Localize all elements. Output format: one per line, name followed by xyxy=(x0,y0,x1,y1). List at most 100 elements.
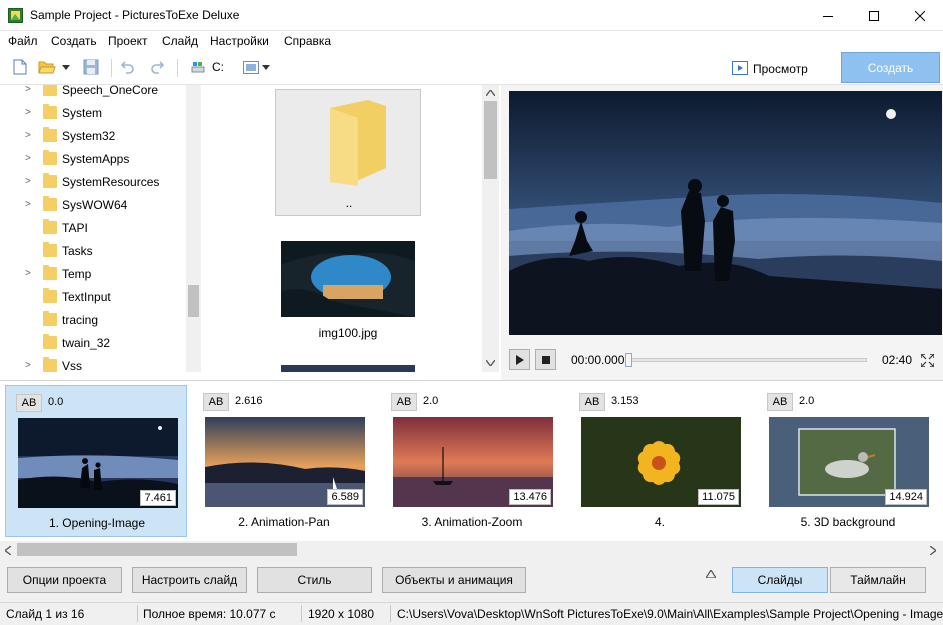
redo-button[interactable] xyxy=(148,58,166,76)
transition-duration: 0.0 xyxy=(48,396,64,408)
expand-arrow-icon[interactable]: > xyxy=(25,85,31,95)
undo-button[interactable] xyxy=(119,58,137,76)
transition-ab-button[interactable]: AB xyxy=(16,394,42,412)
tree-item-label: System32 xyxy=(62,129,116,143)
tab-slides[interactable]: Слайды xyxy=(732,567,828,593)
expand-arrow-icon[interactable]: > xyxy=(25,107,31,118)
tree-item-label: Tasks xyxy=(62,244,93,258)
slide-card-4[interactable]: AB 3.153 11.075 4. xyxy=(569,385,751,537)
tree-scroll-thumb[interactable] xyxy=(188,285,199,317)
tree-item[interactable]: > Temp xyxy=(0,263,186,286)
stop-icon xyxy=(541,355,550,364)
scroll-right-icon[interactable] xyxy=(930,546,936,555)
collapse-up-icon[interactable] xyxy=(706,570,716,578)
tree-item[interactable]: > System32 xyxy=(0,125,186,148)
expand-arrow-icon[interactable]: > xyxy=(25,268,31,279)
file-item-image-thumb[interactable] xyxy=(281,365,415,372)
tree-item[interactable]: > Vss xyxy=(0,355,186,372)
slide-duration: 7.461 xyxy=(140,490,176,506)
menu-bar: Файл Создать Проект Слайд Настройки Спра… xyxy=(0,31,943,51)
tree-item[interactable]: Tasks xyxy=(0,240,186,263)
scroll-up-icon[interactable] xyxy=(486,90,495,96)
open-recent-dropdown[interactable] xyxy=(60,58,72,76)
menu-help[interactable]: Справка xyxy=(284,34,331,48)
expand-arrow-icon[interactable]: > xyxy=(25,153,31,164)
image-thumbnail xyxy=(281,241,415,317)
preview-image xyxy=(509,91,942,335)
transition-ab-button[interactable]: AB xyxy=(579,393,605,411)
tree-item[interactable]: > System xyxy=(0,102,186,125)
customize-slide-button[interactable]: Настроить слайд xyxy=(132,567,247,593)
status-slide: Слайд 1 из 16 xyxy=(6,607,85,621)
expand-arrow-icon[interactable]: > xyxy=(25,360,31,371)
slider-thumb[interactable] xyxy=(625,353,632,367)
expand-arrow-icon[interactable]: > xyxy=(25,176,31,187)
close-button[interactable] xyxy=(897,0,943,31)
file-item-image-thumb[interactable] xyxy=(281,241,415,317)
open-project-button[interactable] xyxy=(38,58,56,76)
status-bar: Слайд 1 из 16 Полное время: 10.077 с 192… xyxy=(0,602,943,625)
chevron-down-icon xyxy=(62,64,70,70)
timeline-slider[interactable] xyxy=(625,353,867,367)
file-browser-scrollbar[interactable] xyxy=(482,85,499,372)
slide-duration: 13.476 xyxy=(509,489,551,505)
tree-item[interactable]: > SystemResources xyxy=(0,171,186,194)
slide-card-5[interactable]: AB 2.0 14.924 5. 3D background xyxy=(757,385,939,537)
folder-icon xyxy=(43,150,57,165)
save-button[interactable] xyxy=(82,58,100,76)
stop-button[interactable] xyxy=(535,349,556,370)
slide-card-1[interactable]: AB 0.0 7.461 1. Opening-Image xyxy=(5,385,187,537)
preview-button[interactable]: Просмотр xyxy=(732,57,827,80)
tree-item[interactable]: TextInput xyxy=(0,286,186,309)
minimize-icon xyxy=(823,15,833,17)
folder-icon xyxy=(43,196,57,211)
slide-thumbnail: 11.075 xyxy=(581,417,741,507)
style-button[interactable]: Стиль xyxy=(257,567,372,593)
expand-arrow-icon[interactable]: > xyxy=(25,130,31,141)
tree-item[interactable]: twain_32 xyxy=(0,332,186,355)
tab-timeline[interactable]: Таймлайн xyxy=(830,567,926,593)
tree-item[interactable]: tracing xyxy=(0,309,186,332)
objects-animation-button[interactable]: Объекты и анимация xyxy=(382,567,526,593)
fullscreen-icon[interactable] xyxy=(921,354,934,367)
expand-arrow-icon[interactable]: > xyxy=(25,199,31,210)
folder-icon xyxy=(43,219,57,234)
minimize-button[interactable] xyxy=(805,0,851,31)
menu-slide[interactable]: Слайд xyxy=(162,34,198,48)
slide-card-3[interactable]: AB 2.0 13.476 3. Animation-Zoom xyxy=(381,385,563,537)
transition-duration: 3.153 xyxy=(611,395,639,407)
menu-create[interactable]: Создать xyxy=(51,34,97,48)
menu-file[interactable]: Файл xyxy=(8,34,38,48)
tree-item-label: twain_32 xyxy=(62,336,111,350)
slides-hscrollbar[interactable] xyxy=(0,541,943,558)
hscroll-thumb[interactable] xyxy=(17,543,297,556)
transition-ab-button[interactable]: AB xyxy=(391,393,417,411)
transition-duration: 2.0 xyxy=(423,395,439,407)
new-project-button[interactable] xyxy=(11,58,29,76)
scroll-left-icon[interactable] xyxy=(5,546,11,555)
project-options-button[interactable]: Опции проекта xyxy=(7,567,122,593)
create-button[interactable]: Создать xyxy=(841,52,940,83)
tree-item-label: SystemApps xyxy=(62,152,130,166)
menu-settings[interactable]: Настройки xyxy=(210,34,269,48)
transition-ab-button[interactable]: AB xyxy=(203,393,229,411)
transition-duration: 2.616 xyxy=(235,395,263,407)
menu-project[interactable]: Проект xyxy=(108,34,148,48)
scroll-down-icon[interactable] xyxy=(486,360,495,366)
tree-item[interactable]: TAPI xyxy=(0,217,186,240)
playback-controls: 00:00.000 02:40 xyxy=(509,347,942,373)
slide-card-2[interactable]: AB 2.616 6.589 2. Animation-Pan xyxy=(193,385,375,537)
window-title: Sample Project - PicturesToExe Deluxe xyxy=(30,8,240,22)
files-scroll-thumb[interactable] xyxy=(484,101,497,179)
tree-scrollbar[interactable] xyxy=(186,85,201,372)
maximize-button[interactable] xyxy=(851,0,897,31)
play-button[interactable] xyxy=(509,349,530,370)
tree-item[interactable]: > Speech_OneCore xyxy=(0,85,186,102)
drive-selector[interactable]: C: xyxy=(191,58,231,76)
transition-ab-button[interactable]: AB xyxy=(767,393,793,411)
tree-item[interactable]: > SysWOW64 xyxy=(0,194,186,217)
tree-item[interactable]: > SystemApps xyxy=(0,148,186,171)
view-mode-dropdown[interactable] xyxy=(243,58,273,76)
folder-icon xyxy=(43,104,57,119)
file-item-parent-folder[interactable]: .. xyxy=(275,89,421,216)
